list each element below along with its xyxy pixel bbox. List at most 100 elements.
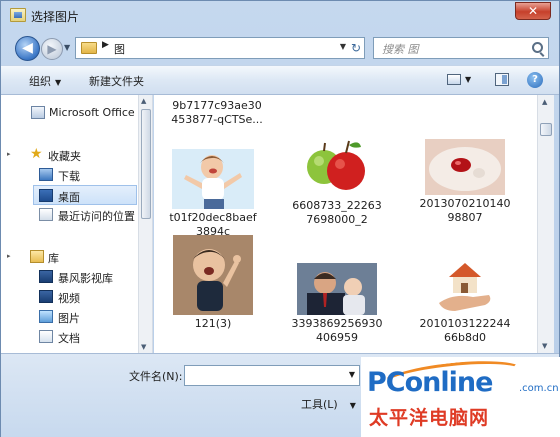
library-icon (30, 250, 44, 263)
sidebar-item-label: 最近访问的位置 (58, 210, 135, 223)
image-thumbnail (172, 149, 254, 209)
sidebar-item-recent-places[interactable]: 最近访问的位置 (1, 205, 137, 225)
watermark: PConline .com.cn 太平洋电脑网 (361, 355, 560, 437)
file-name: 3393869256930 406959 (283, 317, 391, 345)
sidebar-item-label: Microsoft Office (49, 106, 135, 119)
sidebar-item-documents[interactable]: 文档 (1, 327, 137, 347)
file-name-line: 98807 (447, 211, 483, 224)
preview-pane-icon[interactable] (495, 73, 509, 86)
change-view-icon[interactable] (447, 74, 461, 85)
star-icon: ★ (30, 146, 43, 162)
address-bar[interactable]: ▶ 图 ▼ (75, 37, 365, 59)
scroll-up-icon[interactable]: ▲ (542, 98, 547, 106)
collapse-arrow-icon[interactable]: ▸ (7, 252, 11, 260)
scroll-down-icon[interactable]: ▼ (542, 342, 547, 350)
image-thumbnail (173, 235, 253, 315)
sidebar-item-favorites[interactable]: ▸ ★ 收藏夹 (1, 145, 137, 165)
file-list-scrollbar[interactable]: ▲ ▼ (537, 95, 554, 353)
file-name: 2013070210140 98807 (411, 197, 519, 225)
download-folder-icon (39, 168, 53, 181)
sidebar-item-label: 下载 (58, 170, 80, 183)
window-title: 选择图片 (31, 10, 80, 24)
back-button[interactable]: ◀ (15, 36, 40, 61)
navigation-pane-scrollbar[interactable]: ▲ ▼ (138, 95, 152, 353)
command-toolbar: 组织 ▼ 新建文件夹 ▼ ? (1, 65, 559, 95)
documents-icon (39, 330, 53, 343)
sidebar-item-label: 桌面 (58, 191, 80, 204)
file-item[interactable]: 2013070210140 98807 (411, 139, 519, 225)
forward-button[interactable]: ▶ (41, 38, 63, 60)
navigation-bar: ◀ ▶ ▼ ▶ 图 ▼ ↻ 搜索 图 (1, 31, 559, 65)
file-name-line: 66b8d0 (444, 331, 486, 344)
file-name-line: 3393869256930 (291, 317, 383, 330)
sidebar-item-label: 收藏夹 (48, 150, 81, 163)
file-name-line: 7698000_2 (306, 213, 368, 226)
file-name-line: 9b7177c93ae30 (172, 99, 262, 112)
sidebar-item-videos[interactable]: 视频 (1, 287, 137, 307)
pictures-icon (39, 310, 53, 323)
scroll-up-icon[interactable]: ▲ (141, 97, 146, 105)
navigation-pane: Microsoft Office ▸ ★ 收藏夹 下载 桌面 最近访问的位置 ▸… (1, 95, 153, 353)
file-name-line: 2013070210140 (419, 197, 511, 210)
chevron-down-icon[interactable]: ▼ (349, 370, 355, 379)
file-name: 121(3) (159, 317, 267, 331)
image-thumbnail (297, 263, 377, 315)
file-item[interactable]: 3393869256930 406959 (283, 263, 391, 345)
view-options-chevron-icon[interactable]: ▼ (465, 75, 471, 84)
sidebar-item-label: 视频 (58, 292, 80, 305)
file-item[interactable]: 6608733_22263 7698000_2 (283, 133, 391, 227)
video-icon (39, 290, 53, 303)
file-item[interactable]: t01f20dec8baef 3894c (159, 149, 267, 239)
recent-pages-dropdown[interactable]: ▼ (64, 43, 70, 52)
scrollbar-thumb[interactable] (540, 123, 552, 136)
file-name: 2010103122244 66b8d0 (411, 317, 519, 345)
apples-image (297, 133, 377, 197)
file-name-line: 6608733_22263 (292, 199, 382, 212)
man-with-baby-image (297, 263, 377, 315)
sidebar-item-pictures[interactable]: 图片 (1, 307, 137, 327)
refresh-button[interactable]: ↻ (346, 39, 366, 57)
sidebar-item-label: 文档 (58, 332, 80, 345)
scroll-down-icon[interactable]: ▼ (141, 343, 146, 351)
new-folder-button[interactable]: 新建文件夹 (89, 73, 144, 89)
video-library-icon (39, 270, 53, 283)
file-name-line: t01f20dec8baef (169, 211, 257, 224)
image-thumbnail (425, 139, 505, 195)
recent-places-icon (39, 208, 53, 221)
office-icon (31, 106, 45, 119)
help-icon[interactable]: ? (527, 72, 543, 88)
close-button[interactable]: ✕ (515, 2, 551, 20)
red-bean-dish-image (425, 139, 505, 195)
image-thumbnail (425, 257, 505, 315)
organize-label: 组织 (29, 75, 51, 88)
breadcrumb-current-folder[interactable]: 图 (114, 41, 125, 57)
file-name: 6608733_22263 7698000_2 (283, 199, 391, 227)
sidebar-item-desktop[interactable]: 桌面 (33, 185, 137, 205)
search-icon[interactable] (532, 42, 543, 53)
file-item[interactable]: 2010103122244 66b8d0 (411, 257, 519, 345)
breadcrumb-separator-icon[interactable]: ▶ (102, 40, 109, 50)
collapse-arrow-icon[interactable]: ▸ (7, 150, 11, 158)
filename-field[interactable]: ▼ (184, 365, 360, 386)
sidebar-item-label: 暴风影视库 (58, 272, 113, 285)
scrollbar-thumb[interactable] (141, 109, 151, 219)
file-item[interactable]: 9b7177c93ae30 453877-qCTSe... (163, 97, 271, 127)
tools-button[interactable]: 工具(L) ▼ (301, 396, 356, 412)
search-placeholder: 搜索 图 (382, 43, 419, 56)
file-name-line: 2010103122244 (419, 317, 511, 330)
file-name-line: 121(3) (194, 317, 232, 330)
file-name: 9b7177c93ae30 453877-qCTSe... (163, 99, 271, 127)
sidebar-item-libraries[interactable]: ▸ 库 (1, 247, 137, 267)
file-name-line: 453877-qCTSe... (171, 113, 263, 126)
sidebar-item-downloads[interactable]: 下载 (1, 165, 137, 185)
watermark-subtitle: 太平洋电脑网 (369, 407, 490, 429)
sidebar-item-video-library[interactable]: 暴风影视库 (1, 267, 137, 287)
file-item[interactable]: 121(3) (159, 235, 267, 331)
search-input[interactable]: 搜索 图 (373, 37, 549, 59)
sidebar-item-microsoft-office[interactable]: Microsoft Office (1, 103, 137, 123)
file-name-line: 406959 (316, 331, 358, 344)
organize-button[interactable]: 组织 ▼ (29, 73, 61, 89)
title-bar: 选择图片 ✕ (1, 1, 559, 31)
desktop-icon (39, 189, 53, 202)
tools-label: 工具(L) (301, 398, 338, 411)
